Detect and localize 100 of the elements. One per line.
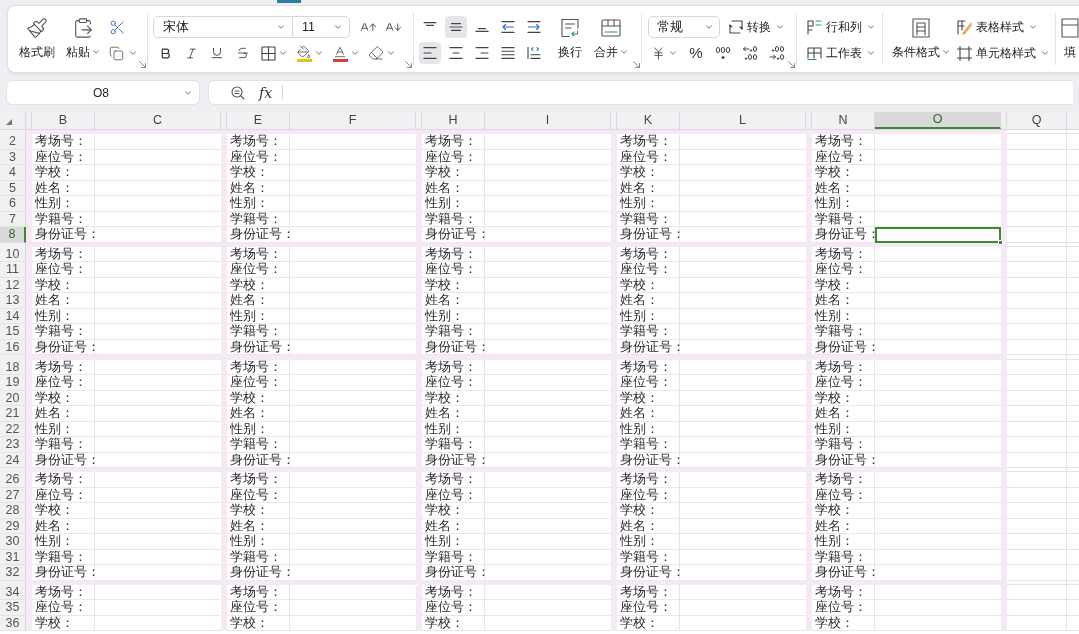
- cell-label: 学籍号：: [35, 212, 87, 226]
- cell-label: 学籍号：: [815, 550, 867, 564]
- table-style-button[interactable]: 表格样式: [957, 16, 1050, 38]
- cell-label: 身份证号：: [425, 228, 490, 241]
- cell-label: 身份证号：: [815, 228, 880, 241]
- cell-label: 姓名：: [815, 181, 854, 195]
- cell-label: 考场号：: [620, 585, 672, 599]
- cell-label: 学校：: [425, 504, 464, 517]
- caret-icon: [618, 47, 629, 57]
- cell-label: 姓名：: [35, 294, 74, 307]
- number-format-dropdown[interactable]: 常规: [648, 16, 720, 38]
- align-middle-button[interactable]: [445, 16, 467, 38]
- cell-label: 座位号：: [35, 376, 87, 389]
- cell-label: 学籍号：: [230, 212, 282, 226]
- cell-label: 学校：: [425, 616, 464, 630]
- fill-button[interactable]: 填: [1057, 6, 1079, 72]
- column-header[interactable]: B: [32, 112, 95, 129]
- convert-icon: [729, 20, 743, 34]
- cell-label: 学籍号：: [620, 438, 672, 451]
- format-painter-button[interactable]: 格式刷: [17, 6, 57, 72]
- font-size-dropdown[interactable]: 11: [293, 16, 350, 38]
- cell-label: 考场号：: [620, 135, 672, 148]
- convert-button[interactable]: 转换: [729, 16, 785, 38]
- name-box[interactable]: O8: [6, 80, 200, 105]
- column-header[interactable]: L: [680, 112, 806, 129]
- conditional-format-button[interactable]: 条件格式: [891, 6, 951, 72]
- cell-label: 性别：: [35, 309, 74, 323]
- cell-label: 身份证号：: [35, 228, 100, 241]
- cell-label: 姓名：: [620, 407, 659, 420]
- cell-label: 身份证号：: [425, 340, 490, 354]
- caret-icon: [277, 48, 288, 58]
- cell-label: 学籍号：: [425, 438, 477, 451]
- select-all-icon[interactable]: [6, 119, 12, 125]
- paste-button[interactable]: 粘贴: [61, 6, 105, 72]
- cell-label: 姓名：: [230, 181, 269, 195]
- column-header[interactable]: H: [422, 112, 485, 129]
- cell-label: 学校：: [620, 166, 659, 179]
- cell-label: 考场号：: [35, 473, 87, 486]
- dialog-launcher-icon[interactable]: [405, 61, 412, 68]
- function-button[interactable]: fx: [259, 85, 273, 100]
- dialog-launcher-icon[interactable]: [788, 61, 795, 68]
- cell-label: 考场号：: [815, 247, 867, 261]
- cell-label: 性别：: [230, 422, 269, 436]
- italic-icon: [184, 46, 198, 60]
- cell-label: 性别：: [230, 535, 269, 548]
- align-left-button[interactable]: [419, 42, 441, 64]
- column-header[interactable]: K: [617, 112, 680, 129]
- caret-icon: [349, 48, 360, 58]
- cell-label: 考场号：: [620, 473, 672, 486]
- caret-icon: [1028, 22, 1038, 32]
- column-header[interactable]: C: [95, 112, 221, 129]
- cell-label: 考场号：: [35, 360, 87, 374]
- justify-icon: [501, 47, 515, 59]
- cell-label: 学籍号：: [230, 438, 282, 451]
- cell-style-button[interactable]: 单元格样式: [957, 42, 1050, 64]
- cell-label: 座位号：: [425, 601, 477, 614]
- magnifier-icon[interactable]: [231, 85, 245, 100]
- column-header[interactable]: I: [485, 112, 611, 129]
- cell-label: 座位号：: [230, 150, 282, 164]
- cell-label: 考场号：: [620, 247, 672, 261]
- cell-label: 考场号：: [230, 473, 282, 486]
- cell-label: 身份证号：: [815, 453, 880, 467]
- cell-label: 座位号：: [35, 488, 87, 502]
- caret-icon: [1040, 48, 1050, 58]
- column-header[interactable]: O: [875, 112, 1001, 129]
- caret-icon: [940, 47, 951, 57]
- cell-label: 座位号：: [815, 488, 867, 502]
- cell-label: 身份证号：: [815, 340, 880, 354]
- scissors-icon: [109, 18, 126, 36]
- percent-button[interactable]: %: [685, 42, 707, 64]
- fill-color-icon: [296, 44, 312, 62]
- cell-label: 考场号：: [815, 585, 867, 599]
- cell-label: 学校：: [35, 391, 74, 405]
- cell-label: 姓名：: [35, 181, 74, 195]
- cell-label: 座位号：: [425, 488, 477, 502]
- dialog-launcher-icon[interactable]: [139, 61, 146, 68]
- worksheet-button[interactable]: 工作表: [807, 42, 882, 64]
- worksheet-icon: [807, 45, 822, 61]
- cell-label: 姓名：: [230, 407, 269, 420]
- font-name-dropdown[interactable]: 宋体: [153, 16, 293, 38]
- increase-indent-icon: [527, 21, 541, 33]
- clipboard-icon: [72, 17, 94, 39]
- decrease-indent-icon: [501, 21, 515, 33]
- cell-label: 座位号：: [230, 263, 282, 276]
- cell-label: 学校：: [35, 166, 74, 179]
- increase-decimal-icon: [742, 45, 758, 61]
- cell-label: 考场号：: [620, 360, 672, 374]
- cell-label: 姓名：: [425, 519, 464, 533]
- merge-button[interactable]: 合并: [590, 6, 632, 72]
- dialog-launcher-icon[interactable]: [633, 61, 640, 68]
- cell-label: 学校：: [35, 278, 74, 292]
- cell-label: 座位号：: [230, 488, 282, 502]
- column-header[interactable]: E: [227, 112, 290, 129]
- wrap-text-button[interactable]: 换行: [550, 6, 590, 72]
- rows-columns-button[interactable]: 行和列: [807, 16, 882, 38]
- align-bottom-icon: [475, 28, 489, 32]
- column-header[interactable]: Q: [1007, 112, 1067, 129]
- cell-label: 座位号：: [620, 488, 672, 502]
- cell-label: 考场号：: [815, 135, 867, 148]
- column-header[interactable]: F: [290, 112, 416, 129]
